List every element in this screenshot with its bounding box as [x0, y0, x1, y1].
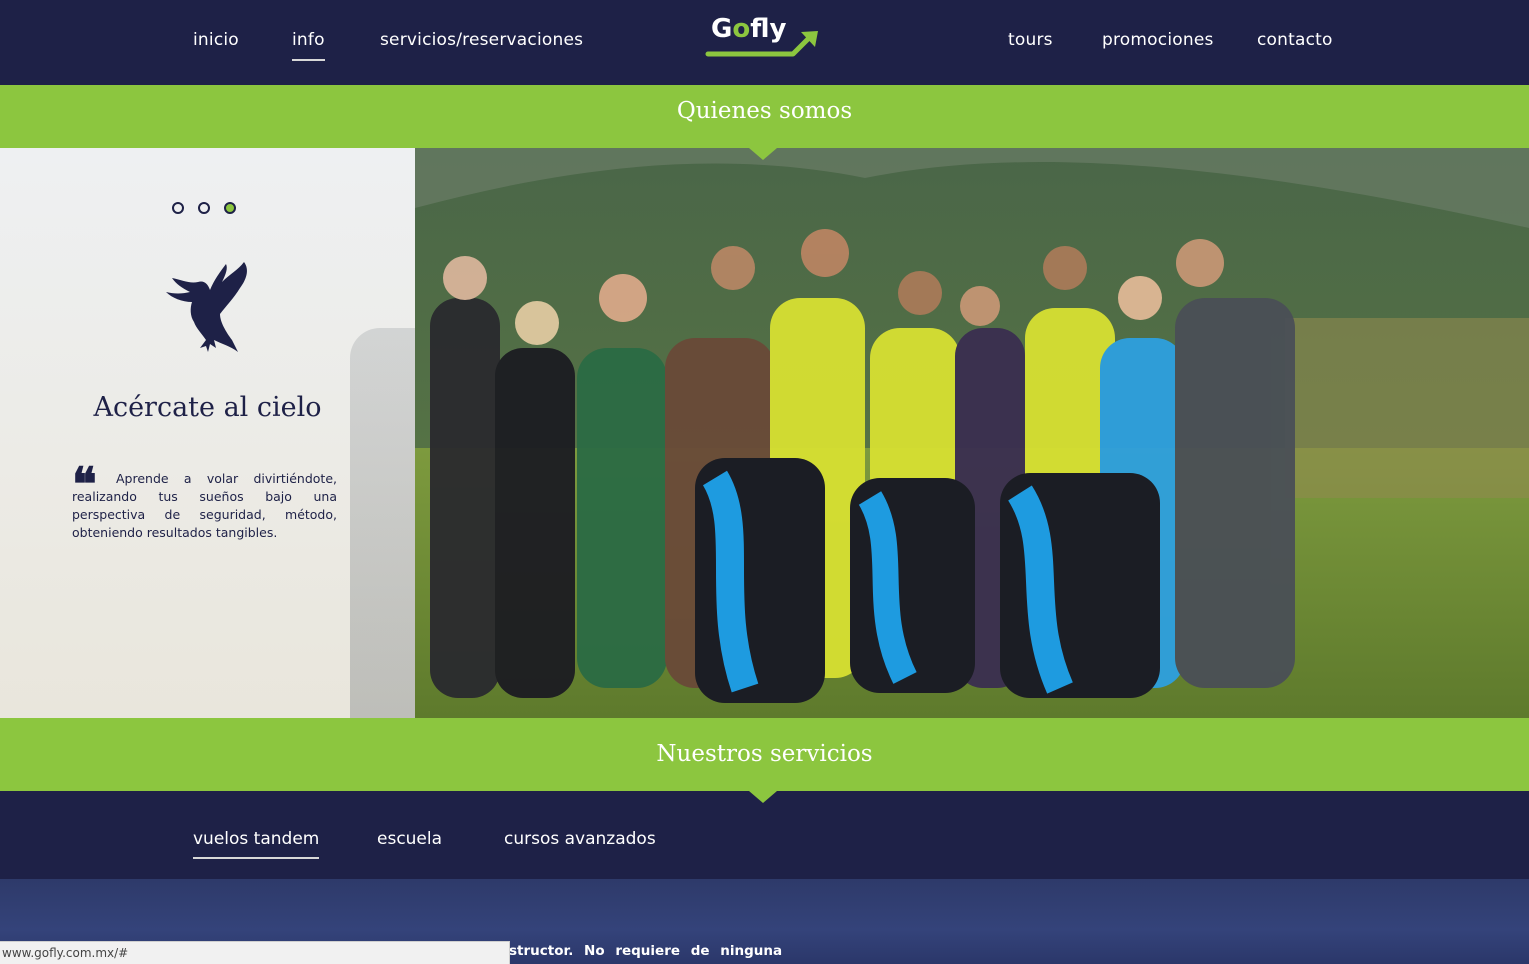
- nav-link-contacto[interactable]: contacto: [1257, 30, 1333, 50]
- slider-dot-2[interactable]: [198, 202, 210, 214]
- tab-vuelos-tandem[interactable]: vuelos tandem: [193, 829, 320, 859]
- gofly-logo[interactable]: Gofly: [705, 14, 823, 62]
- hero-text-panel: Acércate al cielo ❝ Aprende a volar divi…: [0, 148, 415, 718]
- section-title: Quienes somos: [676, 98, 853, 124]
- nav-link-info[interactable]: info: [292, 30, 325, 61]
- section-heading-quienes-somos: Quienes somos: [0, 85, 1529, 148]
- section-title: Nuestros servicios: [656, 741, 873, 767]
- band-pointer-arrow: [749, 148, 777, 160]
- hero-description: Aprende a volar divirtiéndote, realizand…: [72, 471, 337, 540]
- nav-link-servicios-reservaciones[interactable]: servicios/reservaciones: [380, 30, 583, 50]
- nav-link-tours[interactable]: tours: [1008, 30, 1053, 50]
- group-photo-illustration: [415, 148, 1529, 718]
- top-navigation: inicio info servicios/reservaciones Gofl…: [0, 0, 1529, 85]
- service-description-partial: structor. No requiere de ninguna: [509, 943, 783, 959]
- group-photo-paragliders: [415, 148, 1529, 718]
- band-pointer-arrow: [749, 791, 777, 803]
- slider-dot-3[interactable]: [224, 202, 236, 214]
- tab-escuela[interactable]: escuela: [377, 829, 442, 849]
- hero-slider: Acércate al cielo ❝ Aprende a volar divi…: [0, 148, 1529, 718]
- logo-swoosh-arrow-icon: [705, 31, 818, 57]
- nav-link-promociones[interactable]: promociones: [1102, 30, 1214, 50]
- nav-link-inicio[interactable]: inicio: [193, 30, 239, 50]
- section-heading-nuestros-servicios: Nuestros servicios: [0, 718, 1529, 791]
- slider-pagination: [172, 202, 236, 214]
- slider-dot-1[interactable]: [172, 202, 184, 214]
- browser-status-url: www.gofly.com.mx/#: [0, 941, 510, 964]
- background-figure: [350, 328, 415, 718]
- hero-title: Acércate al cielo: [93, 392, 322, 423]
- bird-icon: [166, 262, 247, 352]
- tab-cursos-avanzados[interactable]: cursos avanzados: [504, 829, 656, 849]
- services-tabs: vuelos tandem escuela cursos avanzados: [0, 791, 1529, 879]
